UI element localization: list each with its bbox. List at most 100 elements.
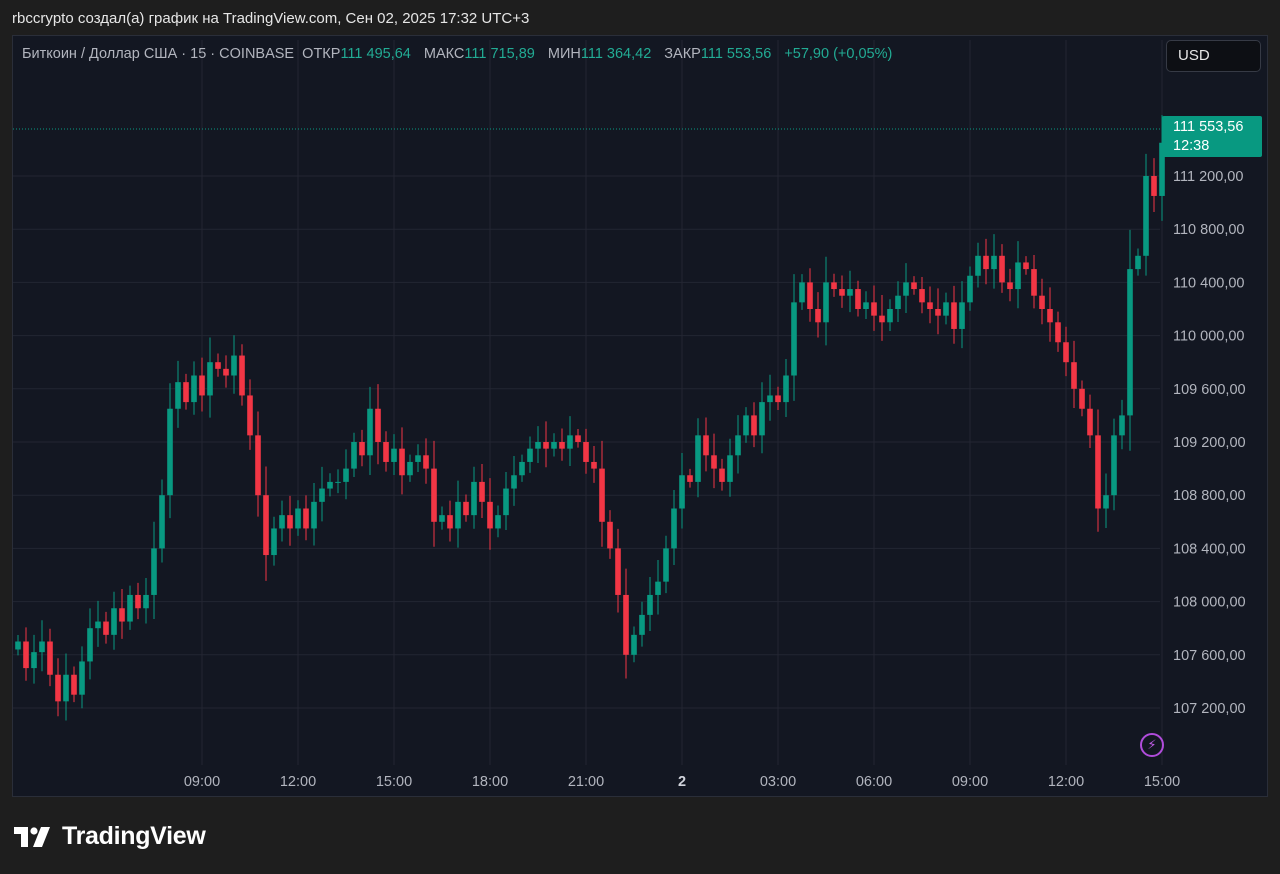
candle-body: [775, 395, 781, 403]
candle-body: [247, 395, 253, 436]
candle-body: [327, 481, 333, 489]
candle-body: [207, 362, 213, 396]
candle-body: [15, 641, 21, 650]
candle-body: [567, 435, 573, 449]
candle-body: [71, 674, 77, 695]
candle-body: [735, 435, 741, 456]
candle-body: [295, 508, 301, 529]
candle-body: [919, 289, 925, 303]
price-tick-label: 107 600,00: [1173, 648, 1246, 664]
price-axis[interactable]: 107 200,00 107 600,00 108 000,00 108 400,00…: [1173, 169, 1246, 717]
time-tick-label: 12:00: [280, 774, 316, 790]
time-tick-label: 18:00: [472, 774, 508, 790]
candle-body: [495, 515, 501, 529]
candle-body: [79, 661, 85, 695]
candle-body: [831, 282, 837, 290]
candle-body: [1055, 322, 1061, 343]
candle-body: [111, 608, 117, 635]
candle-body: [1071, 362, 1077, 389]
price-tick-label: 110 400,00: [1173, 275, 1245, 291]
candle-body: [815, 309, 821, 323]
high-label: МАКС: [423, 46, 465, 62]
candle-body: [503, 488, 509, 516]
candle-body: [959, 302, 965, 329]
candle-body: [263, 495, 269, 556]
open-value: 111 495,64: [340, 46, 411, 62]
candle-body: [159, 495, 165, 549]
lightning-icon[interactable]: ⚡: [1140, 733, 1164, 757]
candle-body: [647, 594, 653, 615]
candle-body: [511, 475, 517, 489]
candle-body: [839, 289, 845, 296]
candle-body: [575, 435, 581, 442]
candle-body: [175, 382, 181, 409]
candle-body: [743, 415, 749, 436]
candle-body: [519, 461, 525, 476]
candle-body: [167, 408, 173, 496]
candle-body: [551, 442, 557, 449]
candle-body: [383, 442, 389, 462]
candle-body: [607, 521, 613, 549]
candle-body: [999, 255, 1005, 283]
time-tick-label: 12:00: [1048, 774, 1084, 790]
candle-body: [351, 442, 357, 469]
candle-body: [791, 302, 797, 376]
price-tick-label: 110 800,00: [1173, 222, 1245, 238]
candle-body: [807, 282, 813, 309]
candle-body: [375, 408, 381, 442]
candle-body: [903, 282, 909, 296]
candle-body: [215, 362, 221, 369]
brand-name: TradingView: [62, 822, 206, 850]
candle-body: [335, 481, 341, 483]
candle-body: [231, 355, 237, 376]
tradingview-logo: TradingView: [14, 822, 206, 851]
candle-body: [967, 275, 973, 303]
symbol-label[interactable]: Биткоин / Доллар США · 15 · COINBASE: [22, 46, 294, 62]
price-tick-label: 109 200,00: [1173, 435, 1246, 451]
candle-body: [767, 395, 773, 403]
last-price-value: 111 553,56: [1173, 119, 1244, 135]
candle-body: [679, 475, 685, 509]
candle-body: [319, 488, 325, 502]
candle-body: [911, 282, 917, 290]
candle-body: [559, 442, 565, 449]
candle-body: [687, 475, 693, 482]
low-value: 111 364,42: [580, 46, 652, 62]
candle-body: [55, 674, 61, 702]
candle-body: [431, 468, 437, 522]
candle-body: [39, 641, 45, 653]
candle-body: [191, 375, 197, 403]
candle-body: [1087, 408, 1093, 436]
candle-body: [487, 501, 493, 529]
price-tick-label: 108 000,00: [1173, 595, 1246, 611]
candle-body: [711, 455, 717, 469]
candle-body: [95, 621, 101, 629]
candle-body: [463, 501, 469, 516]
candle-body: [527, 448, 533, 462]
candle-body: [1111, 435, 1117, 496]
candle-body: [871, 302, 877, 316]
candle-body: [343, 468, 349, 482]
candle-body: [1103, 495, 1109, 509]
candle-body: [623, 594, 629, 655]
candle-body: [895, 295, 901, 309]
candle-body: [135, 594, 141, 609]
candle-body: [239, 355, 245, 396]
candle-body: [479, 481, 485, 502]
candle-body: [143, 594, 149, 609]
currency-button[interactable]: USD: [1166, 40, 1261, 72]
candle-body: [119, 608, 125, 622]
candle-body: [927, 302, 933, 309]
candle-body: [47, 641, 53, 675]
candle-body: [399, 448, 405, 476]
tradingview-logo-icon: [14, 826, 50, 847]
candle-body: [887, 309, 893, 323]
time-axis[interactable]: 09:00 12:00 15:00 18:00 21:00 2 03:00 06:00 09:0…: [184, 774, 1180, 790]
candle-body: [279, 515, 285, 529]
candle-body: [599, 468, 605, 522]
candle-body: [655, 581, 661, 595]
candle-body: [471, 481, 477, 516]
candlestick-chart[interactable]: 107 200,00 107 600,00 108 000,00 108 400,00…: [0, 0, 1280, 874]
price-tick-label: 107 200,00: [1173, 701, 1246, 717]
candle-body: [799, 282, 805, 303]
